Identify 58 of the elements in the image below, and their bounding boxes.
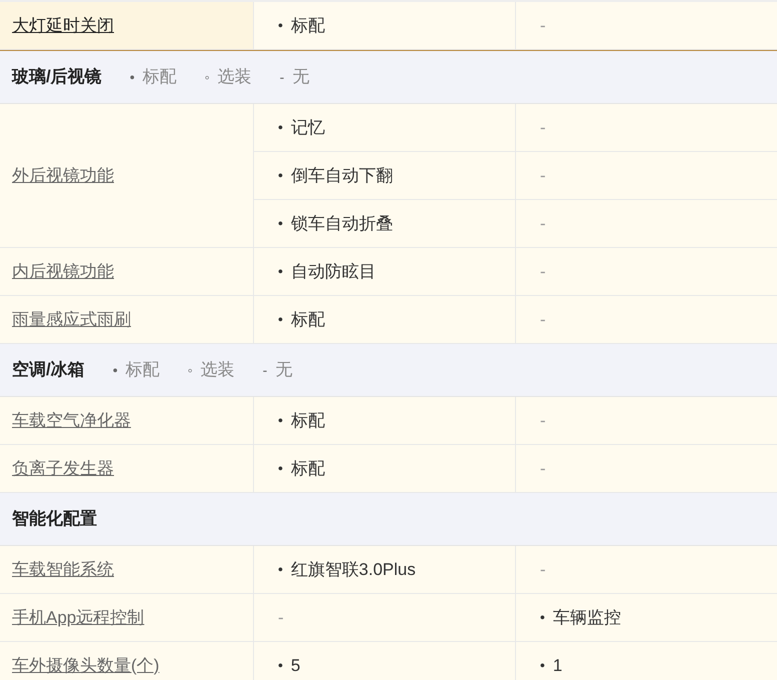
cell-value: 标配: [290, 308, 325, 331]
cell-value: -: [540, 14, 546, 37]
feature-link[interactable]: 雨量感应式雨刷: [12, 306, 131, 332]
cell-value: 5: [290, 654, 300, 677]
feature-link[interactable]: 大灯延时关闭: [12, 12, 114, 38]
cell-value: -: [278, 606, 284, 629]
cell-value: -: [540, 116, 546, 139]
cell-value: -: [540, 558, 546, 581]
cell-value: -: [540, 212, 546, 235]
cell-value: 倒车自动下翻: [290, 164, 393, 187]
cell-value: 车辆监控: [552, 606, 621, 629]
feature-link[interactable]: 车载空气净化器: [12, 408, 131, 434]
bullet-icon: •: [278, 117, 283, 138]
feature-link[interactable]: 负离子发生器: [12, 456, 114, 482]
bullet-icon: •: [540, 655, 545, 676]
legend-label: 无: [292, 66, 310, 88]
section-title: 玻璃/后视镜: [12, 66, 102, 88]
cell-value: -: [540, 410, 546, 432]
feature-link[interactable]: 外后视镜功能: [12, 162, 114, 188]
legend-icon: -: [262, 360, 268, 380]
section-title: 空调/冰箱: [12, 359, 85, 382]
section-title: 智能化配置: [12, 508, 97, 530]
cell-value: 自动防眩目: [290, 260, 376, 283]
legend-label: 标配: [126, 359, 160, 382]
feature-link[interactable]: 车外摄像头数量(个): [12, 652, 160, 678]
cell-value: -: [540, 458, 546, 480]
bullet-icon: •: [278, 165, 283, 186]
legend-label: 无: [275, 359, 292, 382]
cell-value: -: [540, 260, 546, 283]
feature-link[interactable]: 内后视镜功能: [12, 258, 114, 284]
legend-label: 选装: [218, 66, 252, 88]
bullet-icon: •: [278, 261, 283, 282]
cell-value: 标配: [290, 14, 325, 37]
feature-link[interactable]: 手机App远程控制: [12, 604, 144, 630]
cell-value: -: [540, 164, 546, 187]
cell-value: 标配: [290, 458, 325, 480]
bullet-icon: •: [278, 213, 283, 234]
bullet-icon: •: [278, 559, 283, 580]
legend-label: 标配: [142, 66, 177, 88]
cell-value: 锁车自动折叠: [290, 212, 393, 235]
bullet-icon: •: [278, 15, 283, 36]
legend-icon: •: [112, 360, 118, 380]
cell-value: 1: [552, 654, 562, 677]
legend-icon: ◦: [204, 66, 210, 88]
cell-value: 标配: [290, 410, 325, 432]
bullet-icon: •: [278, 410, 283, 431]
cell-value: 记忆: [290, 116, 325, 139]
feature-link[interactable]: 车载智能系统: [12, 556, 114, 582]
cell-value: -: [540, 308, 546, 331]
cell-value: 红旗智联3.0Plus: [290, 558, 416, 581]
legend-icon: -: [280, 66, 284, 88]
bullet-icon: •: [540, 607, 545, 628]
legend-label: 选装: [200, 359, 235, 382]
legend-icon: ◦: [188, 360, 193, 380]
bullet-icon: •: [278, 458, 283, 479]
bullet-icon: •: [278, 655, 283, 676]
legend-icon: •: [130, 66, 135, 88]
bullet-icon: •: [278, 309, 283, 330]
